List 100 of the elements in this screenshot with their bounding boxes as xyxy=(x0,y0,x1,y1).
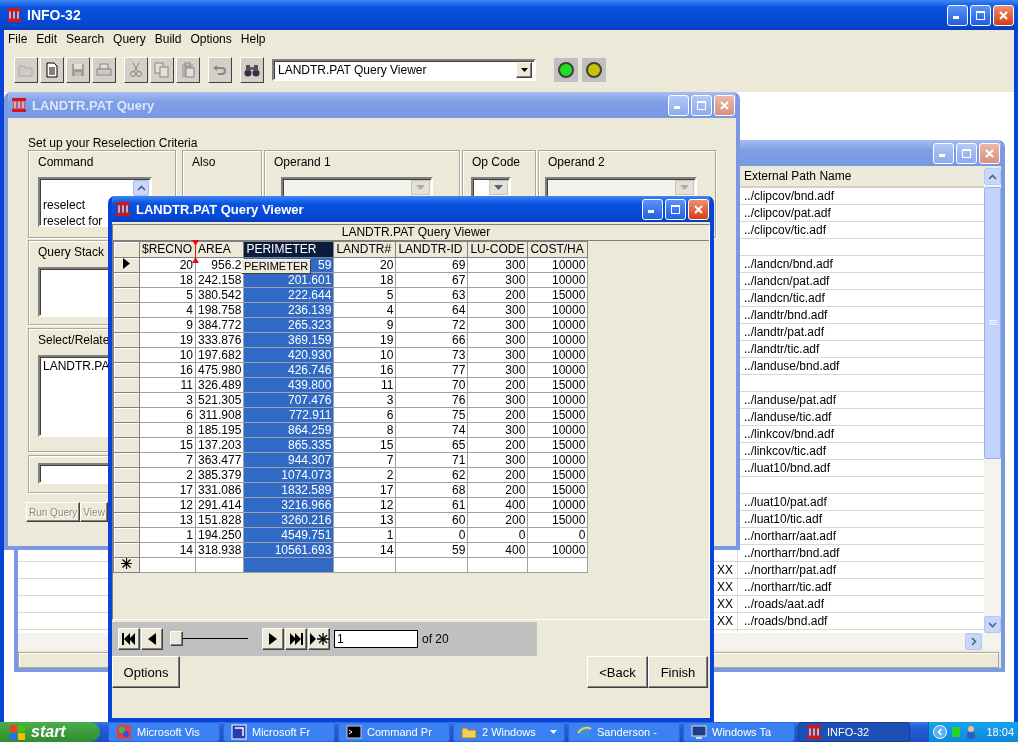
column-header[interactable]: LU-CODE xyxy=(467,241,528,258)
table-cell: 864.259 xyxy=(288,422,332,437)
last-record-button[interactable] xyxy=(285,628,307,650)
table-cell: 71 xyxy=(452,452,466,467)
column-header[interactable]: AREA xyxy=(195,241,244,258)
new-record-icon xyxy=(309,632,329,646)
previous-record-icon xyxy=(147,632,157,646)
record-field[interactable]: 1 xyxy=(334,630,418,648)
table-cell: ../landcn/pat.adf xyxy=(744,274,830,288)
next-record-button[interactable] xyxy=(262,628,284,650)
table-cell: 10000 xyxy=(552,542,586,557)
table-cell: 6 xyxy=(386,407,394,422)
pillars-icon xyxy=(6,7,22,23)
table-cell: 19 xyxy=(380,332,394,347)
table-cell: ../northarr/tic.adf xyxy=(744,580,832,594)
column-header[interactable]: COST/HA xyxy=(527,241,588,258)
list-item[interactable]: reselect for xyxy=(43,213,103,229)
clipboard-icon xyxy=(180,61,196,78)
taskbar-button[interactable]: Sanderson - xyxy=(568,722,680,742)
toolbar-button[interactable] xyxy=(40,56,64,83)
slider-thumb[interactable] xyxy=(170,631,183,646)
view-dropdown[interactable]: LANDTR.PAT Query Viewer xyxy=(272,58,536,81)
taskbar-button[interactable]: Command Pr xyxy=(338,722,450,742)
table-cell: 300 xyxy=(505,317,526,332)
close-button[interactable] xyxy=(688,198,709,220)
table-cell: 15000 xyxy=(552,407,586,422)
table-cell: XX xyxy=(717,580,733,594)
minimize-button[interactable] xyxy=(668,94,689,116)
back-button[interactable]: <Back xyxy=(587,656,648,688)
new-record-button[interactable] xyxy=(308,628,330,650)
table-cell: ../linkcov/bnd.adf xyxy=(744,427,835,441)
minimize-button[interactable] xyxy=(933,142,954,164)
close-button[interactable] xyxy=(979,142,1000,164)
taskbar-button[interactable]: Microsoft Vis xyxy=(108,722,220,742)
vertical-scrollbar[interactable] xyxy=(984,168,1001,633)
list-item[interactable]: reselect xyxy=(43,197,86,213)
table-cell: ../clipcov/pat.adf xyxy=(744,206,831,220)
maximize-button[interactable] xyxy=(665,198,686,220)
taskbar-label: Sanderson - xyxy=(597,726,657,738)
column-header[interactable]: LANDTR# xyxy=(333,241,396,258)
taskbar-button[interactable]: 2 Windows xyxy=(453,722,565,742)
table-cell: 17 xyxy=(380,482,394,497)
table-cell: 772.911 xyxy=(288,407,332,422)
table-cell: 15000 xyxy=(552,377,586,392)
finish-button[interactable]: Finish xyxy=(648,656,708,688)
menu-item[interactable]: Options xyxy=(186,31,237,46)
minimize-button[interactable] xyxy=(947,4,968,26)
table-cell: 2 xyxy=(186,467,193,482)
table-cell: 20 xyxy=(179,257,193,272)
table-cell: XX xyxy=(717,614,733,628)
taskbar-button[interactable]: INFO-32 xyxy=(798,722,910,742)
table-cell: 15000 xyxy=(552,482,586,497)
table-cell: 333.876 xyxy=(198,332,242,347)
column-header[interactable]: PERIMETER xyxy=(243,241,334,258)
folder-icon xyxy=(461,724,477,740)
close-button[interactable] xyxy=(993,4,1014,26)
table-cell: 60 xyxy=(452,512,466,527)
group-label: Operand 1 xyxy=(274,155,331,169)
toolbar-button[interactable] xyxy=(240,56,264,83)
table-cell: 4549.751 xyxy=(281,527,332,542)
globe-icon xyxy=(576,724,592,740)
options-button[interactable]: Options xyxy=(112,656,180,688)
minimize-button[interactable] xyxy=(642,198,663,220)
table-cell: 66 xyxy=(452,332,466,347)
taskbar-button[interactable]: Microsoft Fr xyxy=(223,722,335,742)
column-header[interactable]: $RECNO xyxy=(139,241,196,258)
minimize-icon xyxy=(953,16,959,19)
table-cell: 19 xyxy=(179,332,193,347)
scroll-up-button[interactable] xyxy=(133,180,149,196)
table-cell: 14 xyxy=(380,542,394,557)
clock: 18:04 xyxy=(986,726,1014,738)
table-cell: 222.644 xyxy=(288,287,332,302)
list-item[interactable]: LANDTR.PA xyxy=(43,358,110,374)
first-record-button[interactable] xyxy=(118,628,140,650)
taskbar-button[interactable]: Windows Ta xyxy=(683,722,795,742)
menu-item[interactable]: Build xyxy=(150,31,187,46)
maximize-button[interactable] xyxy=(691,94,712,116)
grip-icon[interactable] xyxy=(988,319,997,327)
menu-item[interactable]: Search xyxy=(62,31,110,46)
maximize-button[interactable] xyxy=(956,142,977,164)
table-cell: 300 xyxy=(505,272,526,287)
table-cell: 8 xyxy=(186,422,193,437)
table-cell: 10000 xyxy=(552,257,586,272)
table-cell: 10000 xyxy=(552,347,586,362)
table-cell: 200 xyxy=(505,377,526,392)
menu-item[interactable]: Query xyxy=(109,31,151,46)
dropdown-arrow-icon xyxy=(520,67,528,72)
column-header[interactable]: LANDTR-ID xyxy=(395,241,468,258)
op-code-dropdown[interactable] xyxy=(471,177,511,198)
table-cell: 7 xyxy=(186,452,193,467)
close-button[interactable] xyxy=(714,94,735,116)
table-cell: 15 xyxy=(179,437,193,452)
column-header[interactable]: External Path Name xyxy=(738,168,852,186)
table-cell: 5 xyxy=(186,287,193,302)
menu-item[interactable]: File xyxy=(4,31,33,46)
person-icon[interactable] xyxy=(965,725,977,739)
menu-item[interactable]: Help xyxy=(236,31,271,46)
maximize-button[interactable] xyxy=(970,4,991,26)
previous-record-button[interactable] xyxy=(141,628,163,650)
menu-item[interactable]: Edit xyxy=(32,31,63,46)
